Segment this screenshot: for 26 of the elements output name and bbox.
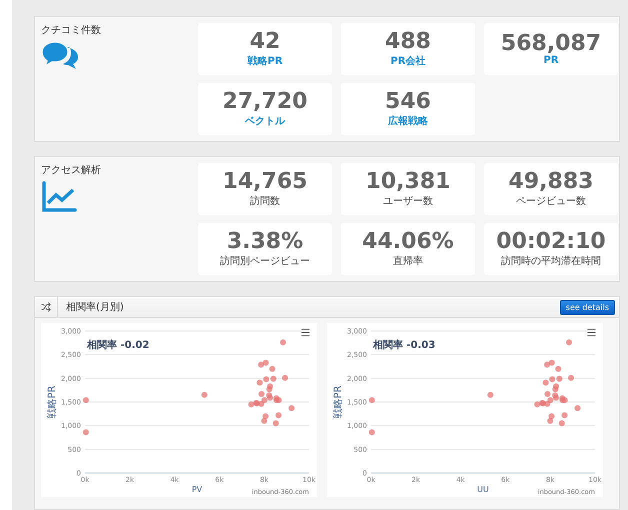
panel-title: クチコミ件数 — [41, 24, 102, 37]
chart-title: 相関率 -0.02 — [87, 340, 150, 351]
y-axis-label: 戦略PR — [47, 386, 58, 418]
x-axis-label: UU — [477, 485, 489, 494]
stat-value: 3.38% — [226, 230, 304, 254]
panel-title: アクセス解析 — [41, 164, 102, 177]
stat-value: 10,381 — [366, 170, 450, 194]
stat-label: ユーザー数 — [383, 194, 433, 208]
stat-label: ページビュー数 — [516, 194, 586, 208]
stat-value: 568,087 — [500, 32, 602, 56]
stat-value: 546 — [385, 90, 431, 114]
stat-label: 訪問別ページビュー — [220, 254, 310, 268]
stat-value: 49,883 — [508, 170, 594, 194]
stat-value: 14,765 — [222, 170, 308, 194]
stat-label: 訪問時の平均滞在時間 — [501, 254, 601, 268]
chart-title: 相関率 -0.03 — [373, 340, 436, 351]
stat-label: 直帰率 — [393, 254, 423, 268]
stat-value: 44.06% — [362, 230, 454, 254]
y-axis-label: 戦略PR — [333, 386, 344, 418]
panel-title: 相関率(月別) — [66, 300, 125, 314]
x-axis-label: PV — [192, 485, 202, 494]
stat-value: 42 — [250, 30, 280, 54]
stat-value: 00:02:10 — [496, 230, 606, 254]
stat-value: 488 — [385, 30, 431, 54]
stat-value: 27,720 — [222, 90, 308, 114]
stat-label: 訪問数 — [250, 194, 280, 208]
